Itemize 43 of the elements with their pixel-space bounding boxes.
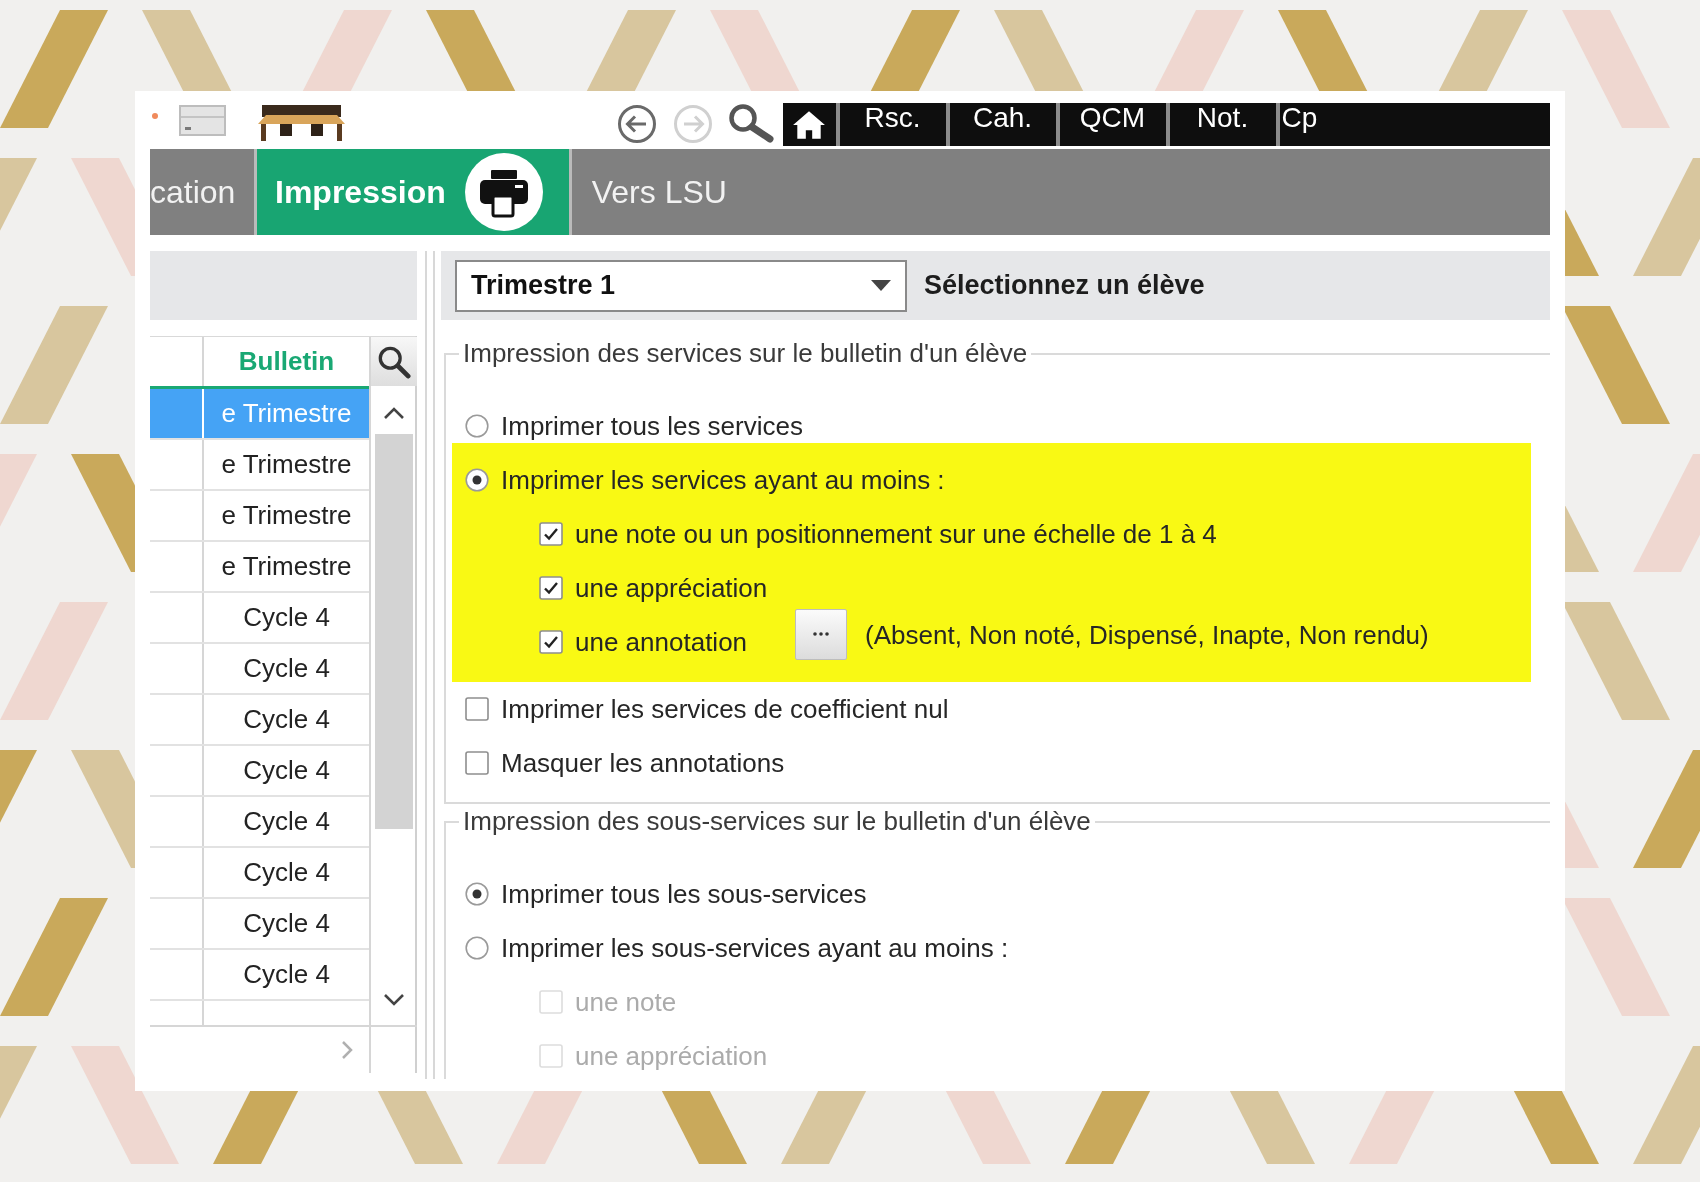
search-icon bbox=[377, 344, 411, 379]
option-label: une appréciation bbox=[575, 1040, 768, 1072]
student-prompt: Sélectionnez un élève bbox=[924, 270, 1205, 301]
option-label: une annotation bbox=[575, 626, 748, 658]
option-label: Masquer les annotations bbox=[501, 747, 785, 779]
annotation-note: (Absent, Non noté, Dispensé, Inapte, Non rendu) bbox=[865, 619, 1429, 651]
shortcut-button[interactable]: Cah. bbox=[945, 103, 1056, 146]
radio-button[interactable] bbox=[465, 936, 489, 960]
checkbox[interactable] bbox=[465, 697, 489, 721]
option-label: Imprimer tous les services bbox=[501, 410, 803, 442]
dot-icon bbox=[152, 113, 158, 119]
checkbox[interactable] bbox=[465, 751, 489, 775]
chevron-down-icon[interactable] bbox=[383, 993, 405, 1007]
desk-icon[interactable] bbox=[258, 105, 345, 141]
radio-button[interactable] bbox=[465, 882, 489, 906]
option-label: une note ou un positionnement sur une échelle de 1 à 4 bbox=[575, 518, 1217, 550]
scrollbar-thumb[interactable] bbox=[375, 434, 413, 829]
home-button[interactable] bbox=[782, 103, 836, 146]
home-icon bbox=[792, 109, 826, 140]
option-label: Imprimer les services ayant au moins : bbox=[501, 464, 945, 496]
option-label: Imprimer les services de coefficient nul bbox=[501, 693, 949, 725]
shortcut-button[interactable]: Cp bbox=[1275, 103, 1550, 146]
printer-icon bbox=[464, 153, 543, 231]
option-label: une note bbox=[575, 986, 677, 1018]
chevron-up-icon[interactable] bbox=[383, 406, 405, 420]
ellipsis-icon bbox=[813, 632, 830, 636]
option-label: une appréciation bbox=[575, 572, 768, 604]
option-label: Imprimer les sous-services ayant au moins : bbox=[501, 932, 1009, 964]
checkbox[interactable] bbox=[539, 630, 563, 654]
checkbox[interactable] bbox=[539, 522, 563, 546]
tab[interactable]: Vers LSU bbox=[571, 149, 747, 235]
checkbox[interactable] bbox=[539, 576, 563, 600]
radio-button[interactable] bbox=[465, 468, 489, 492]
shortcut-button[interactable]: Rsc. bbox=[835, 103, 946, 146]
period-dropdown[interactable]: Trimestre 1 bbox=[455, 259, 907, 312]
group-title: Impression des services sur le bulletin d'un élève bbox=[462, 338, 1029, 369]
group-title: Impression des sous-services sur le bulletin d'un élève bbox=[462, 808, 1092, 837]
option-label: Imprimer tous les sous-services bbox=[501, 878, 867, 910]
shortcut-button[interactable]: Not. bbox=[1165, 103, 1276, 146]
radio-button[interactable] bbox=[465, 414, 489, 438]
search-button[interactable] bbox=[371, 337, 417, 386]
caret-icon bbox=[871, 280, 891, 291]
shortcut-button[interactable]: QCM bbox=[1055, 103, 1166, 146]
